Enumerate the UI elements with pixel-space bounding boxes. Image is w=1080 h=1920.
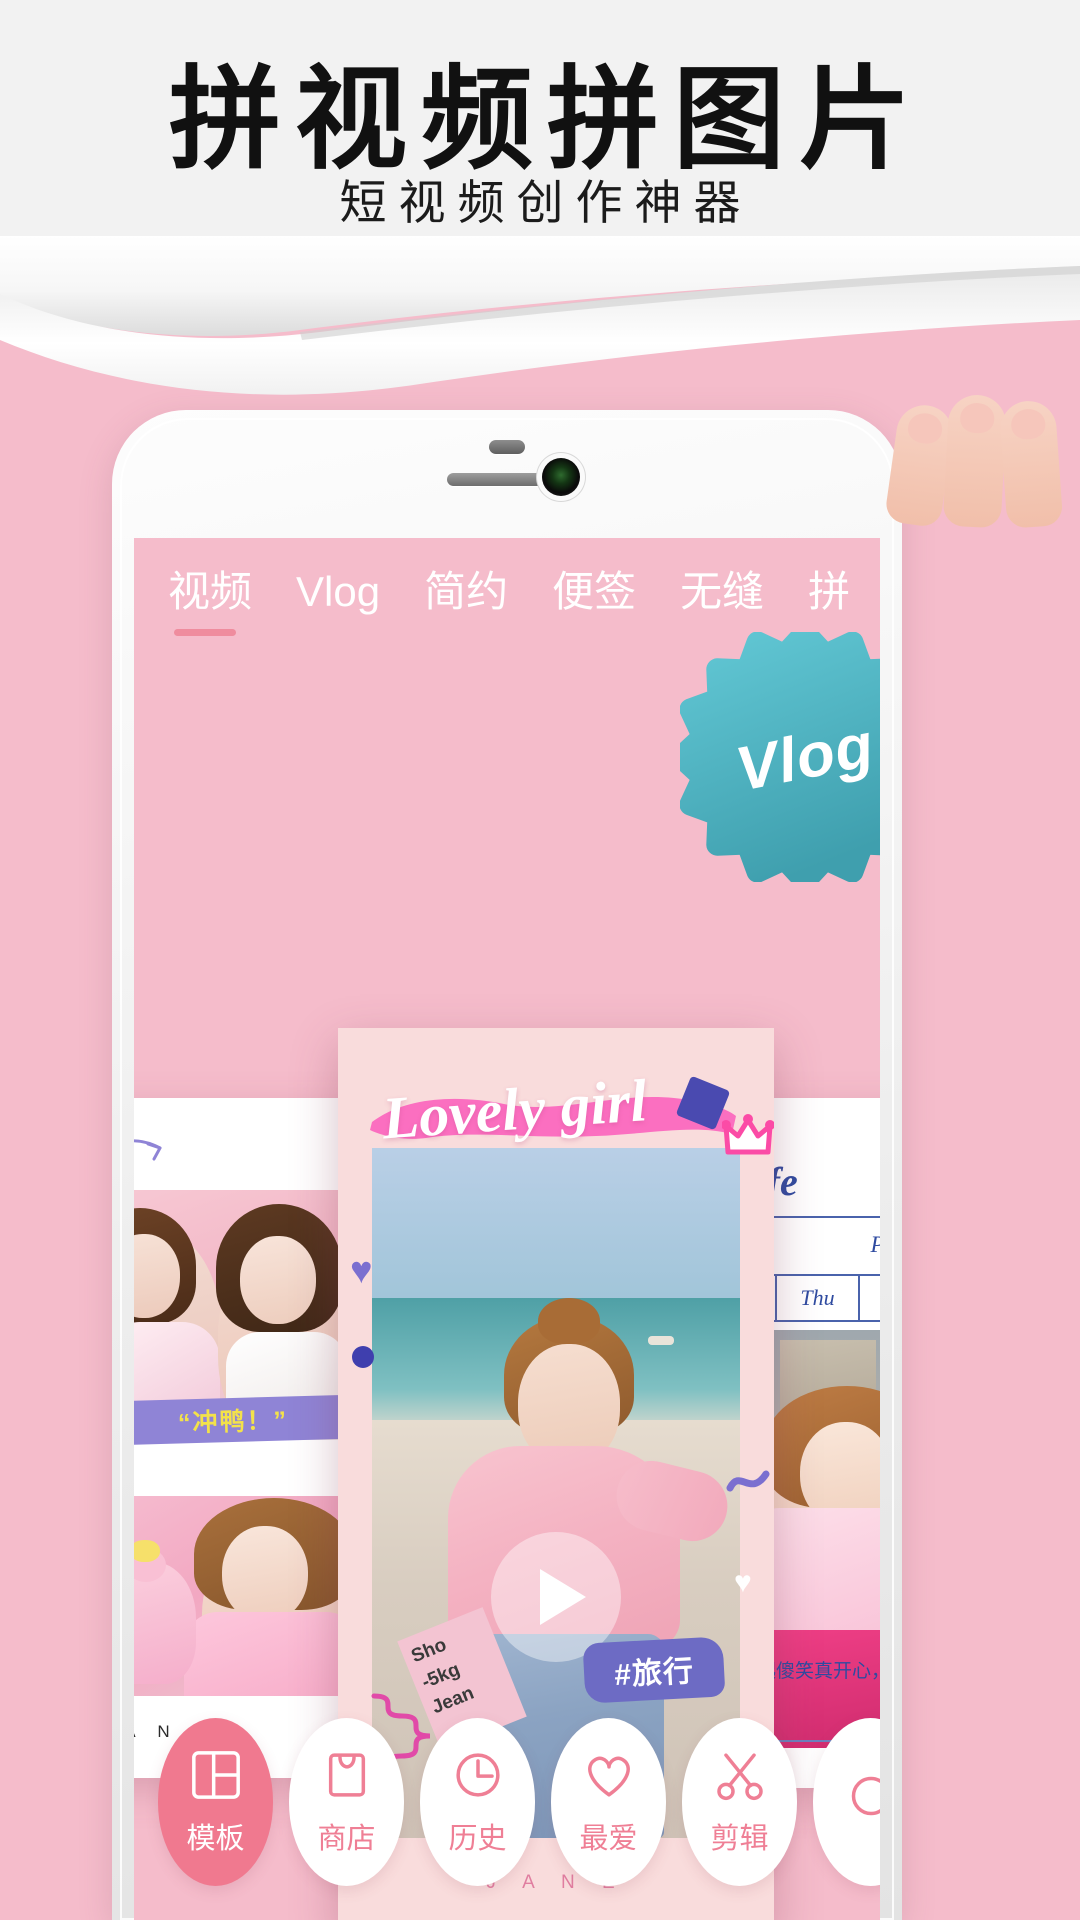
vlog-promo-badge: Vlog bbox=[680, 632, 880, 882]
phone-mockup: 视频 Vlog 简约 便签 无缝 拼 “冲鸭！” N Thu 起傻笑真开心 Lo… bbox=[112, 410, 902, 1920]
nav-item-template[interactable]: 模板 bbox=[158, 1718, 273, 1886]
fingernail bbox=[959, 402, 996, 434]
clock-history-icon bbox=[455, 1753, 500, 1797]
heart-sticker-left: ♥ bbox=[350, 1250, 373, 1292]
nav-label-shop: 商店 bbox=[317, 1823, 376, 1855]
finger bbox=[942, 393, 1008, 529]
phone-earpiece bbox=[489, 440, 525, 454]
weekday-cell: Thu bbox=[777, 1276, 860, 1320]
tab-note[interactable]: 便签 bbox=[552, 562, 636, 622]
blue-dot-sticker bbox=[352, 1346, 374, 1368]
template-grid-icon bbox=[191, 1751, 240, 1799]
crown-sticker-icon bbox=[722, 1114, 774, 1155]
nav-item-favorite[interactable]: 最爱 bbox=[551, 1718, 666, 1886]
fingernail bbox=[906, 411, 945, 446]
bottom-navigation-bar[interactable]: 模板 商店 历史 最爱 剪辑 bbox=[134, 1684, 880, 1920]
tab-vlog[interactable]: Vlog bbox=[296, 562, 380, 622]
left-card-photo-bottom bbox=[134, 1496, 366, 1696]
heart-favorite-icon bbox=[587, 1756, 630, 1797]
shop-bag-icon bbox=[328, 1753, 365, 1797]
left-card-sticker-text: “冲鸭！” bbox=[177, 1406, 289, 1438]
nav-label-favorite: 最爱 bbox=[579, 1823, 638, 1855]
scissors-edit-icon bbox=[716, 1753, 763, 1801]
tab-video[interactable]: 视频 bbox=[168, 562, 252, 636]
phone-screen: 视频 Vlog 简约 便签 无缝 拼 “冲鸭！” N Thu 起傻笑真开心 Lo… bbox=[134, 538, 880, 1920]
nav-label-edit: 剪辑 bbox=[710, 1823, 769, 1855]
heart-sticker-right: ♥ bbox=[734, 1566, 752, 1599]
left-card-sticker: “冲鸭！” bbox=[134, 1394, 365, 1446]
tab-collage[interactable]: 拼 bbox=[808, 562, 850, 622]
nav-item-more[interactable] bbox=[813, 1718, 880, 1886]
wave-doodle-icon bbox=[726, 1470, 770, 1492]
nav-item-shop[interactable]: 商店 bbox=[289, 1718, 404, 1886]
weekday-cell: Fri bbox=[860, 1276, 880, 1320]
nav-item-history[interactable]: 历史 bbox=[420, 1718, 535, 1886]
page-title: 拼视频拼图片 bbox=[169, 57, 925, 182]
model-hair-bun bbox=[538, 1298, 600, 1344]
nav-item-edit[interactable]: 剪辑 bbox=[682, 1718, 797, 1886]
finger bbox=[998, 399, 1064, 529]
fingernail bbox=[1010, 407, 1047, 441]
nav-label-history: 历史 bbox=[448, 1823, 507, 1855]
right-card-project-label: Project : Vlog bbox=[871, 1232, 880, 1258]
phone-front-camera bbox=[542, 458, 580, 496]
nav-label-template: 模板 bbox=[186, 1823, 245, 1855]
play-icon bbox=[540, 1569, 586, 1625]
more-icon bbox=[851, 1776, 880, 1816]
page-subtitle: 短视频创作神器 bbox=[339, 176, 753, 229]
hand-peeling-paper bbox=[870, 393, 1080, 545]
headline-band: 拼视频拼图片 短视频创作神器 bbox=[0, 0, 1080, 283]
tab-simple[interactable]: 简约 bbox=[424, 562, 508, 622]
arrow-doodle-icon bbox=[134, 1139, 162, 1161]
tab-seamless[interactable]: 无缝 bbox=[680, 562, 764, 622]
boat-shape bbox=[648, 1336, 674, 1345]
